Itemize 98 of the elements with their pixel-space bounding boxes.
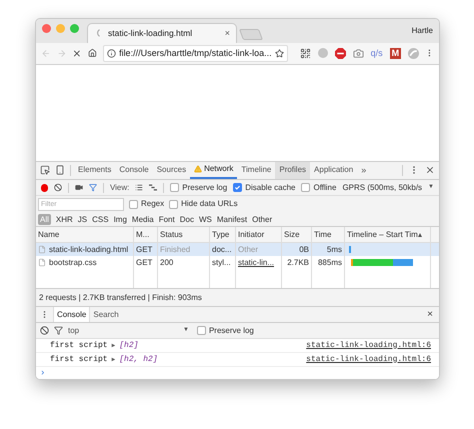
device-icon[interactable] xyxy=(55,165,65,176)
record-button[interactable] xyxy=(41,184,48,192)
table-cell: static-link-loading.html xyxy=(49,244,128,256)
url-text: file:///Users/harttle/tmp/static-link-loa... xyxy=(119,46,272,60)
column-header[interactable]: Time xyxy=(314,228,332,241)
type-filter[interactable]: WS xyxy=(198,214,212,225)
drawer-tab[interactable]: Console xyxy=(53,307,90,322)
type-filter[interactable]: Other xyxy=(252,214,272,225)
type-filter[interactable]: XHR xyxy=(56,214,73,225)
info-icon xyxy=(107,48,116,58)
array-preview[interactable]: [h2, h2] xyxy=(119,354,158,366)
checkbox[interactable] xyxy=(301,183,310,192)
close-icon[interactable] xyxy=(425,165,435,176)
type-filter[interactable]: Manifest xyxy=(216,214,248,225)
checkbox-label: Hide data URLs xyxy=(181,198,238,210)
file-icon xyxy=(38,258,46,268)
checkbox[interactable] xyxy=(170,183,180,192)
type-filter[interactable]: JS xyxy=(78,214,88,225)
devtools-tab[interactable]: Elements xyxy=(74,162,116,180)
array-preview[interactable]: [h2] xyxy=(119,340,138,352)
table-cell: styl... xyxy=(212,256,231,269)
drawer-tab[interactable]: Search xyxy=(90,307,122,322)
type-filter[interactable]: Doc xyxy=(180,214,194,225)
close-button[interactable]: × xyxy=(427,307,433,322)
home-icon[interactable] xyxy=(88,48,98,58)
checkmark-icon xyxy=(234,184,242,192)
throttle-dropdown[interactable]: GPRS (500ms, 50kb/s xyxy=(342,182,422,194)
initiator-link[interactable]: static-lin... xyxy=(238,256,274,269)
warning-icon xyxy=(194,165,202,174)
status-text: 2 requests | 2.7KB transferred | Finish: 903ms xyxy=(39,292,202,304)
more-tabs-button[interactable]: » xyxy=(361,164,366,178)
address-bar[interactable]: file:///Users/harttle/tmp/static-link-loa... xyxy=(103,44,288,62)
stop-sign-icon[interactable] xyxy=(334,48,346,59)
table-cell: doc... xyxy=(212,244,232,256)
table-cell: GET xyxy=(136,256,152,269)
source-link[interactable]: static-link-loading.html:6 xyxy=(306,340,431,352)
extension-button[interactable]: M xyxy=(390,48,402,59)
tab-title: static-link-loading.html xyxy=(108,27,194,40)
table-cell: Finished xyxy=(160,244,190,256)
checkbox[interactable] xyxy=(169,200,178,209)
column-header[interactable]: M... xyxy=(136,228,150,241)
devtools-tab[interactable]: Timeline xyxy=(237,162,276,180)
devtools-tab[interactable]: Application xyxy=(310,162,358,180)
table-cell: bootstrap.css xyxy=(49,256,97,269)
table-cell: Other xyxy=(238,244,258,256)
table-cell: 5ms xyxy=(326,244,342,256)
clear-icon[interactable] xyxy=(54,183,62,192)
log-message: first script xyxy=(50,340,108,352)
column-header[interactable]: Status xyxy=(160,228,183,241)
tab-close-button[interactable]: × xyxy=(224,26,230,40)
type-filter[interactable]: Img xyxy=(114,214,127,225)
video-camera-icon[interactable] xyxy=(75,183,84,192)
inspect-icon[interactable] xyxy=(40,165,50,176)
waterfall-view-icon[interactable] xyxy=(149,183,158,192)
profile-name[interactable]: Hartle xyxy=(412,24,433,37)
camera-icon[interactable] xyxy=(352,48,364,59)
qr-code-icon[interactable] xyxy=(300,48,311,59)
filter-icon[interactable] xyxy=(54,326,63,336)
list-view-icon[interactable] xyxy=(135,183,144,192)
devtools-tab[interactable]: Sources xyxy=(152,162,190,180)
sort-icon[interactable] xyxy=(418,232,422,237)
clear-icon[interactable] xyxy=(40,326,49,336)
devtools-tab[interactable]: Profiles xyxy=(275,162,310,180)
column-header[interactable]: Initiator xyxy=(238,228,264,241)
table-cell: 2.7KB xyxy=(287,256,309,269)
checkbox-label: Disable cache xyxy=(245,182,296,194)
filter-icon[interactable] xyxy=(89,183,98,192)
log-message: first script xyxy=(50,354,108,366)
file-icon xyxy=(38,245,46,254)
checkbox-label: Preserve log xyxy=(182,182,228,194)
checkbox[interactable] xyxy=(129,200,138,209)
type-filter[interactable]: CSS xyxy=(92,214,109,225)
console-prompt[interactable]: › xyxy=(36,367,439,379)
type-filter[interactable]: Media xyxy=(132,214,154,225)
browser-tab[interactable]: static-link-loading.html × xyxy=(87,22,237,43)
table-row[interactable]: static-link-loading.html GET Finished doc... Other 0B 5ms xyxy=(36,243,439,256)
checkbox-label: Preserve log xyxy=(208,324,254,337)
table-row[interactable]: bootstrap.css GET 200 styl... static-lin... 2.7KB 885ms xyxy=(36,256,439,270)
view-label: View: xyxy=(110,182,130,194)
type-filter[interactable]: Font xyxy=(158,214,175,225)
source-link[interactable]: static-link-loading.html:6 xyxy=(306,354,431,366)
column-header[interactable]: Type xyxy=(212,228,230,241)
star-icon[interactable] xyxy=(274,48,284,58)
column-header[interactable]: Size xyxy=(284,228,300,241)
checkbox-label: Regex xyxy=(141,198,164,210)
loading-spinner-icon xyxy=(94,29,102,38)
table-cell: 200 xyxy=(160,256,174,269)
stop-icon[interactable] xyxy=(72,48,82,59)
checkbox[interactable] xyxy=(196,326,206,336)
checkbox-label: Offline xyxy=(313,182,336,194)
devtools-tab[interactable]: Console xyxy=(115,162,153,180)
checkbox[interactable] xyxy=(233,183,242,192)
column-header[interactable]: Timeline – Start Tim xyxy=(347,228,418,241)
context-selector[interactable]: top xyxy=(68,324,178,337)
table-cell: 885ms xyxy=(318,256,342,269)
table-cell: GET xyxy=(136,244,152,256)
table-cell: 0B xyxy=(299,244,309,256)
column-header[interactable]: Name xyxy=(38,228,60,241)
